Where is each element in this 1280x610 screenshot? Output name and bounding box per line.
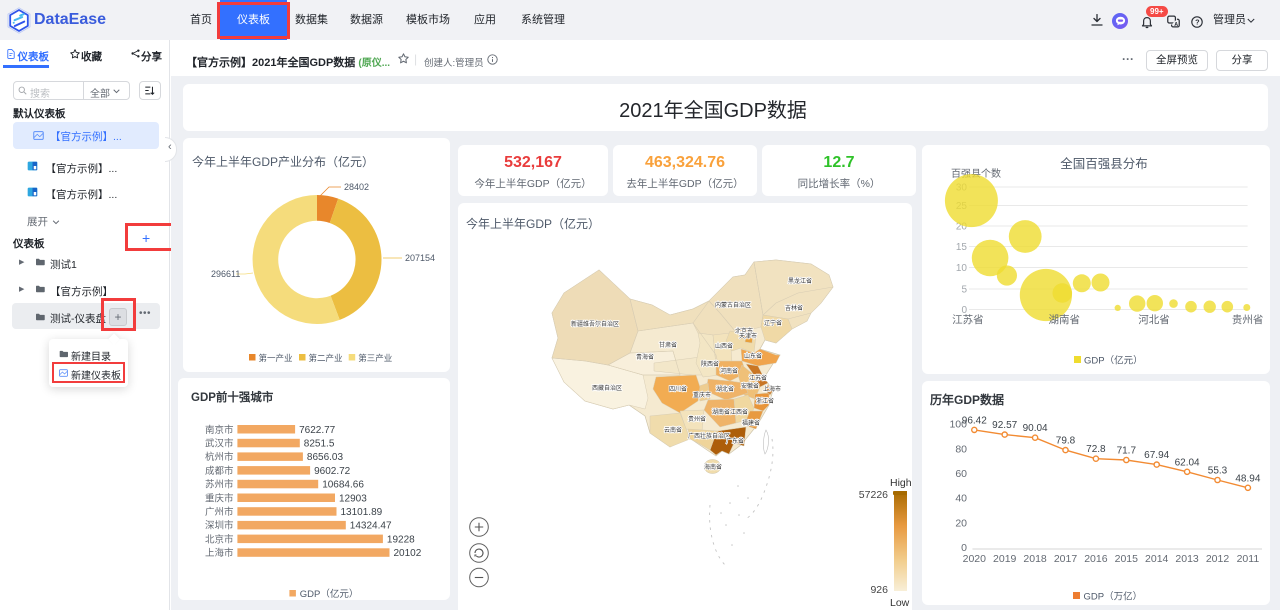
svg-text:西藏自治区: 西藏自治区 <box>592 384 622 392</box>
svg-text:15: 15 <box>956 242 968 253</box>
svg-text:2018: 2018 <box>1023 553 1047 565</box>
svg-text:62.04: 62.04 <box>1175 457 1200 468</box>
svg-text:第二产业: 第二产业 <box>309 353 343 363</box>
svg-text:内蒙古自治区: 内蒙古自治区 <box>715 301 751 309</box>
svg-text:67.94: 67.94 <box>1144 450 1169 461</box>
svg-text:湖北省: 湖北省 <box>716 385 734 393</box>
svg-text:浙江省: 浙江省 <box>756 397 774 405</box>
svg-text:贵州省: 贵州省 <box>1232 313 1264 326</box>
svg-text:40: 40 <box>955 493 967 505</box>
svg-text:8251.5: 8251.5 <box>304 439 335 450</box>
svg-text:第一产业: 第一产业 <box>259 353 293 363</box>
svg-text:207154: 207154 <box>405 253 435 263</box>
svg-text:28402: 28402 <box>344 182 369 192</box>
svg-text:河北省: 河北省 <box>1138 313 1170 326</box>
svg-text:96.42: 96.42 <box>962 415 987 426</box>
svg-text:上海市: 上海市 <box>763 385 781 393</box>
svg-text:青海省: 青海省 <box>636 353 654 361</box>
svg-text:926: 926 <box>870 584 888 596</box>
svg-text:13101.89: 13101.89 <box>341 507 383 518</box>
svg-text:48.94: 48.94 <box>1235 473 1260 484</box>
svg-text:河南省: 河南省 <box>720 367 738 375</box>
svg-text:2017: 2017 <box>1054 553 1078 565</box>
svg-text:陕西省: 陕西省 <box>701 360 719 368</box>
svg-text:19228: 19228 <box>387 534 415 545</box>
svg-text:甘肃省: 甘肃省 <box>659 341 677 349</box>
svg-text:北京市: 北京市 <box>205 533 234 545</box>
svg-text:天津市: 天津市 <box>739 332 757 340</box>
svg-text:2014: 2014 <box>1145 553 1169 565</box>
svg-text:A: A <box>1174 22 1178 28</box>
svg-text:High: High <box>890 477 912 489</box>
svg-text:?: ? <box>1195 18 1200 27</box>
svg-text:海南省: 海南省 <box>704 463 722 471</box>
svg-text:江苏省: 江苏省 <box>952 313 984 326</box>
svg-text:9602.72: 9602.72 <box>314 466 351 477</box>
svg-text:山西省: 山西省 <box>715 342 733 350</box>
svg-text:2019: 2019 <box>993 553 1017 565</box>
svg-text:20: 20 <box>955 517 967 529</box>
svg-text:重庆市: 重庆市 <box>205 492 234 504</box>
svg-text:7622.77: 7622.77 <box>299 425 336 436</box>
svg-text:GDP（亿元）: GDP（亿元） <box>300 588 359 600</box>
svg-text:福建省: 福建省 <box>742 419 760 427</box>
svg-text:成都市: 成都市 <box>205 465 234 477</box>
svg-text:广州市: 广州市 <box>205 506 234 518</box>
svg-text:57226: 57226 <box>859 489 888 501</box>
svg-text:8656.03: 8656.03 <box>307 452 344 463</box>
svg-text:2012: 2012 <box>1206 553 1230 565</box>
svg-text:5: 5 <box>961 285 967 296</box>
svg-text:南京市: 南京市 <box>205 424 234 436</box>
svg-text:55.3: 55.3 <box>1208 466 1228 477</box>
svg-text:2015: 2015 <box>1115 553 1139 565</box>
svg-text:辽宁省: 辽宁省 <box>764 319 782 327</box>
svg-text:深圳市: 深圳市 <box>205 520 234 532</box>
svg-text:2013: 2013 <box>1175 553 1199 565</box>
svg-text:2016: 2016 <box>1084 553 1108 565</box>
svg-text:安徽省: 安徽省 <box>741 382 759 390</box>
svg-text:10: 10 <box>956 263 968 274</box>
svg-text:296611: 296611 <box>211 269 240 279</box>
svg-text:71.7: 71.7 <box>1117 446 1137 457</box>
svg-text:GDP（万亿）: GDP（万亿） <box>1084 591 1143 603</box>
svg-text:72.8: 72.8 <box>1086 444 1106 455</box>
svg-text:四川省: 四川省 <box>669 385 687 393</box>
svg-text:14324.47: 14324.47 <box>350 521 392 532</box>
svg-text:Low: Low <box>890 597 910 609</box>
svg-text:2020: 2020 <box>963 553 987 565</box>
svg-text:贵州省: 贵州省 <box>688 415 706 423</box>
svg-text:2011: 2011 <box>1237 553 1260 565</box>
svg-text:第三产业: 第三产业 <box>358 353 392 363</box>
svg-text:广西壮族自治区: 广西壮族自治区 <box>688 432 730 440</box>
svg-text:重庆市: 重庆市 <box>693 391 711 399</box>
svg-text:黑龙江省: 黑龙江省 <box>788 277 812 285</box>
svg-text:湖南省: 湖南省 <box>712 408 730 416</box>
svg-text:上海市: 上海市 <box>205 547 234 559</box>
svg-text:武汉市: 武汉市 <box>205 438 234 450</box>
svg-text:12903: 12903 <box>339 493 367 504</box>
svg-text:苏州市: 苏州市 <box>205 479 234 491</box>
svg-text:云南省: 云南省 <box>664 426 682 434</box>
svg-text:新疆维吾尔自治区: 新疆维吾尔自治区 <box>571 320 619 328</box>
svg-text:杭州市: 杭州市 <box>205 451 234 463</box>
svg-text:山东省: 山东省 <box>744 352 762 360</box>
svg-text:江苏省: 江苏省 <box>749 374 767 382</box>
svg-text:广东省: 广东省 <box>726 437 744 445</box>
svg-text:20102: 20102 <box>394 548 422 559</box>
svg-text:79.8: 79.8 <box>1056 436 1076 447</box>
svg-text:湖南省: 湖南省 <box>1049 313 1081 326</box>
svg-text:80: 80 <box>955 443 967 455</box>
svg-text:10684.66: 10684.66 <box>322 480 364 491</box>
svg-text:GDP（亿元）: GDP（亿元） <box>1084 355 1143 367</box>
svg-text:92.57: 92.57 <box>992 420 1017 431</box>
svg-text:江西省: 江西省 <box>730 408 748 416</box>
svg-text:90.04: 90.04 <box>1023 423 1048 434</box>
svg-text:60: 60 <box>955 468 967 480</box>
svg-text:吉林省: 吉林省 <box>785 304 803 312</box>
